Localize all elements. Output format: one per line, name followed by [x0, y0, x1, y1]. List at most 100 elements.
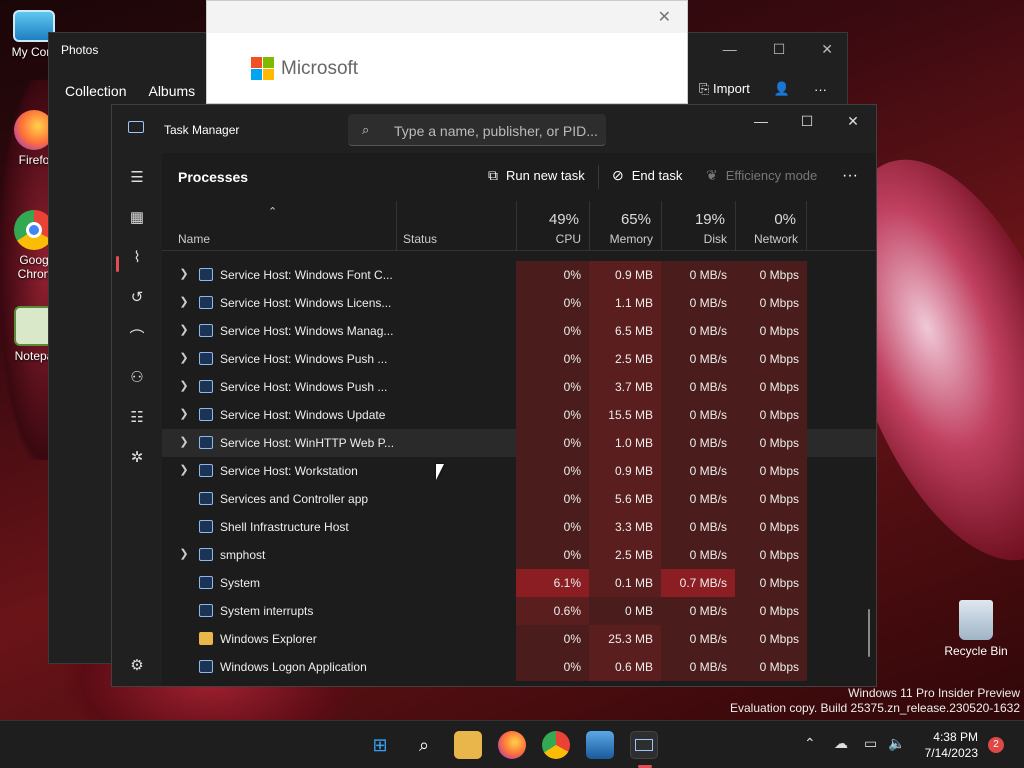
column-cpu[interactable]: 49% CPU: [516, 201, 589, 251]
startup-apps-icon[interactable]: ⌒: [128, 329, 146, 347]
desktop-icon-recycle-bin[interactable]: Recycle Bin: [944, 600, 1008, 658]
maximize-button[interactable]: ☐: [784, 105, 830, 137]
process-row[interactable]: System interrupts 0.6% 0 MB 0 MB/s 0 Mbps: [162, 597, 876, 625]
vertical-scrollbar[interactable]: [868, 609, 870, 657]
process-row[interactable]: ❯ Service Host: Windows Manag... 0% 6.5 MB 0…: [162, 317, 876, 345]
efficiency-mode-button[interactable]: ❦ Efficiency mode: [706, 167, 817, 184]
process-name: Service Host: WinHTTP Web P...: [220, 436, 395, 450]
details-icon[interactable]: ☷: [128, 409, 146, 427]
photos-tab-collection[interactable]: Collection: [65, 83, 126, 99]
column-memory[interactable]: 65% Memory: [589, 201, 661, 251]
memory-cell: 0.6 MB: [589, 653, 661, 681]
expand-chevron-icon[interactable]: ❯: [178, 351, 190, 364]
process-row[interactable]: ❯ Service Host: Windows Push ... 0% 3.7 MB 0…: [162, 373, 876, 401]
process-row[interactable]: Shell Infrastructure Host 0% 3.3 MB 0 MB/s 0…: [162, 513, 876, 541]
settings-gear-icon[interactable]: ⚙: [128, 657, 146, 675]
network-cell: 0 Mbps: [735, 597, 807, 625]
expand-chevron-icon[interactable]: ❯: [178, 379, 190, 392]
process-row[interactable]: ❯ Service Host: Windows Update 0% 15.5 MB 0 …: [162, 401, 876, 429]
leaf-icon: ❦: [706, 167, 718, 183]
expand-chevron-icon[interactable]: ❯: [178, 323, 190, 336]
chrome-icon[interactable]: [542, 731, 570, 759]
search-placeholder: Type a name, publisher, or PID...: [394, 123, 598, 139]
users-icon[interactable]: ⚇: [128, 369, 146, 387]
expand-chevron-icon[interactable]: ❯: [178, 463, 190, 476]
close-icon[interactable]: ✕: [658, 7, 671, 27]
microsoft-dialog: ✕ Microsoft: [206, 0, 688, 104]
account-icon[interactable]: 👤: [774, 81, 790, 97]
clock-time: 4:38 PM: [933, 730, 978, 744]
run-new-task-label: Run new task: [506, 168, 585, 183]
column-status[interactable]: Status: [396, 201, 516, 251]
process-row[interactable]: ❯ smphost 0% 2.5 MB 0 MB/s 0 Mbps: [162, 541, 876, 569]
services-icon[interactable]: ✲: [128, 449, 146, 467]
run-new-task-button[interactable]: ⧉ Run new task: [488, 167, 585, 184]
process-row[interactable]: System 6.1% 0.1 MB 0.7 MB/s 0 Mbps: [162, 569, 876, 597]
column-name[interactable]: Name: [178, 232, 210, 246]
process-name: Windows Logon Application: [220, 660, 367, 674]
memory-cell: 3.3 MB: [589, 513, 661, 541]
expand-chevron-icon[interactable]: ❯: [178, 407, 190, 420]
expand-chevron-icon[interactable]: ❯: [178, 295, 190, 308]
process-row[interactable]: ❯ Service Host: Windows Licens... 0% 1.1 MB…: [162, 289, 876, 317]
process-row[interactable]: Windows Logon Application 0% 0.6 MB 0 MB/s 0…: [162, 653, 876, 681]
network-cell: 0 Mbps: [735, 625, 807, 653]
minimize-icon[interactable]: —: [723, 41, 737, 58]
search-input[interactable]: ⌕ Type a name, publisher, or PID...: [348, 114, 606, 146]
processes-icon[interactable]: ▦: [128, 209, 146, 227]
microsoft-logo-icon: [251, 57, 274, 80]
process-row[interactable]: ❯ Service Host: WinHTTP Web P... 0% 1.0 MB 0…: [162, 429, 876, 457]
task-manager-taskbar-icon[interactable]: [630, 731, 658, 759]
process-icon: [199, 464, 213, 477]
photos-tab-albums[interactable]: Albums: [148, 83, 195, 99]
notification-badge[interactable]: 2: [988, 737, 1004, 753]
maximize-icon[interactable]: ☐: [773, 41, 786, 58]
firefox-icon[interactable]: [498, 731, 526, 759]
system-clock[interactable]: 4:38 PM 7/14/2023: [925, 729, 978, 761]
process-row[interactable]: Windows Explorer 0% 25.3 MB 0 MB/s 0 Mbps: [162, 625, 876, 653]
process-name: Service Host: Windows Update: [220, 408, 386, 422]
expand-chevron-icon[interactable]: ❯: [178, 435, 190, 448]
watermark-edition: Windows 11 Pro Insider Preview: [848, 686, 1020, 700]
end-task-button[interactable]: ⊘ End task: [612, 167, 682, 184]
process-row[interactable]: ❯ Service Host: Windows Font C... 0% 0.9 MB…: [162, 261, 876, 289]
expand-chevron-icon[interactable]: ❯: [178, 267, 190, 280]
display-icon[interactable]: ▭: [864, 735, 877, 752]
file-explorer-icon[interactable]: [454, 731, 482, 759]
disk-cell: 0 MB/s: [661, 345, 735, 373]
window-controls: — ☐ ✕: [738, 105, 876, 137]
minimize-button[interactable]: —: [738, 105, 784, 137]
search-icon[interactable]: ⌕: [410, 731, 438, 759]
more-options-icon[interactable]: ···: [842, 167, 858, 185]
show-hidden-icons-chevron-icon[interactable]: ⌃: [804, 735, 816, 752]
process-row[interactable]: Services and Controller app 0% 5.6 MB 0 MB/…: [162, 485, 876, 513]
expand-chevron-icon[interactable]: ❯: [178, 547, 190, 560]
network-disconnected-icon[interactable]: ☁: [834, 735, 848, 752]
process-row[interactable]: ❯ Service Host: Windows Push ... 0% 2.5 MB 0…: [162, 345, 876, 373]
photos-app-icon[interactable]: [586, 731, 614, 759]
performance-icon[interactable]: ⌇: [128, 249, 146, 267]
network-cell: 0 Mbps: [735, 569, 807, 597]
column-disk[interactable]: 19% Disk: [661, 201, 735, 251]
cpu-cell: 0.6%: [516, 597, 589, 625]
app-history-icon[interactable]: ↺: [128, 289, 146, 307]
process-name: Service Host: Workstation: [220, 464, 358, 478]
process-row[interactable]: ❯ Service Host: Workstation 0% 0.9 MB 0 MB/s…: [162, 457, 876, 485]
more-icon[interactable]: ···: [814, 82, 827, 97]
network-cell: 0 Mbps: [735, 457, 807, 485]
import-button[interactable]: ⎘ Import: [699, 81, 750, 97]
close-button[interactable]: ✕: [830, 105, 876, 137]
selection-indicator: [116, 256, 119, 272]
process-icon: [199, 408, 213, 421]
disk-cell: 0 MB/s: [661, 625, 735, 653]
close-icon[interactable]: ✕: [821, 41, 833, 58]
process-name: smphost: [220, 548, 266, 562]
column-network[interactable]: 0% Network: [735, 201, 807, 251]
memory-cell: 0.9 MB: [589, 457, 661, 485]
taskbar: ⊞ ⌕ ⌃ ☁ ▭ 🔈 4:38 PM 7/14/2023 2: [0, 720, 1024, 768]
volume-icon[interactable]: 🔈: [888, 735, 905, 752]
start-button-windows-icon[interactable]: ⊞: [366, 731, 394, 759]
column-status-label: Status: [403, 232, 438, 246]
hamburger-menu-icon[interactable]: ☰: [128, 169, 146, 187]
network-total: 0%: [774, 211, 796, 228]
